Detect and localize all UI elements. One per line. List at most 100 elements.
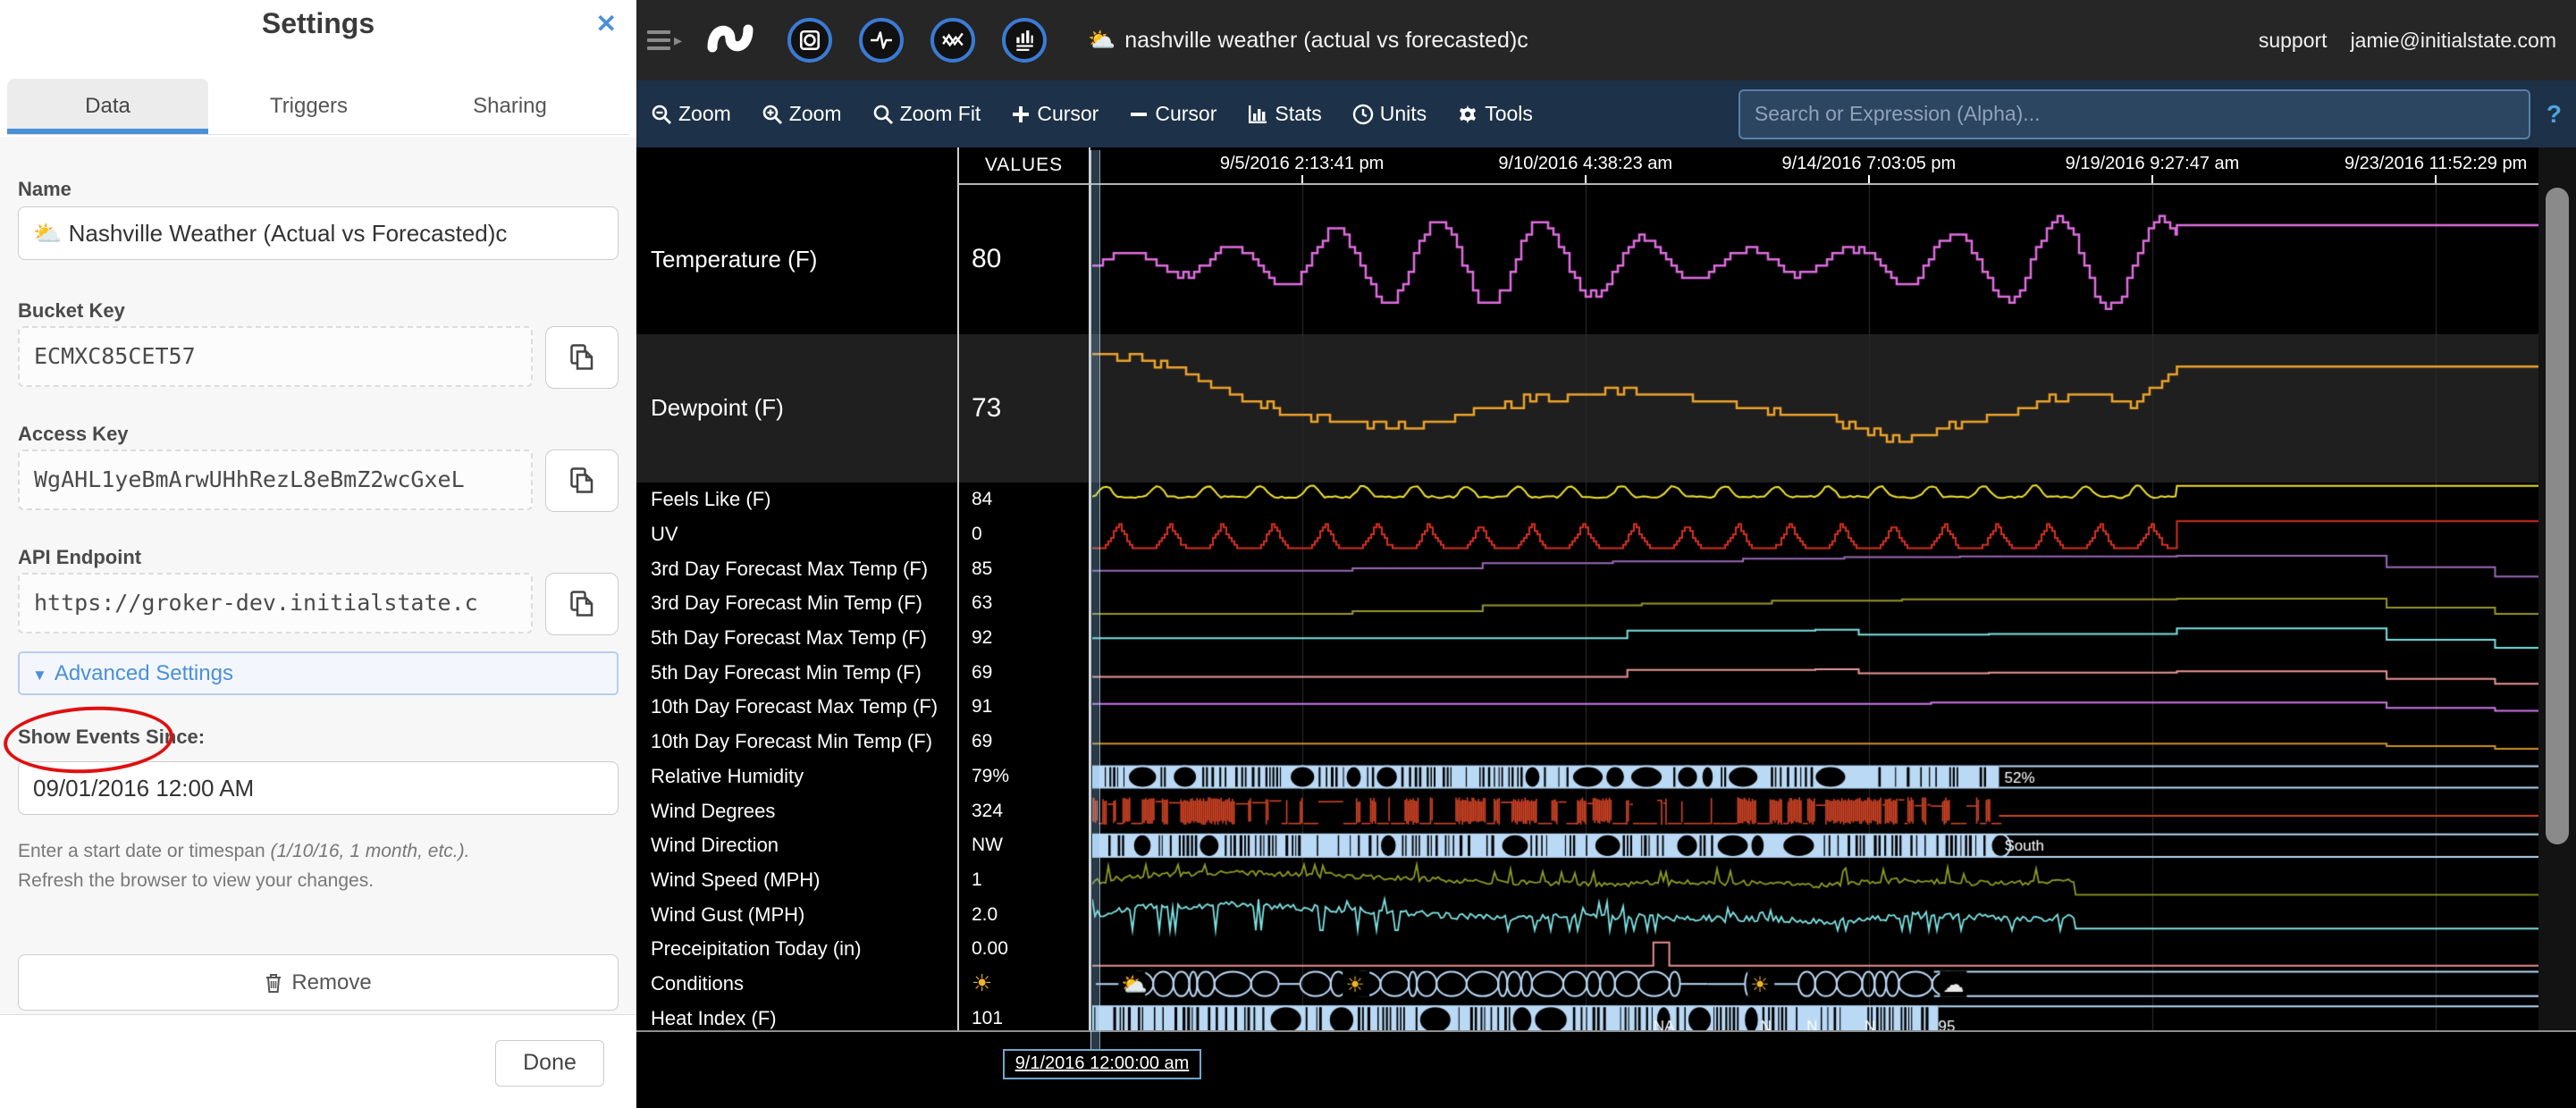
names-column-header: [636, 147, 959, 185]
settings-footer: Done: [0, 1014, 636, 1108]
signal-value: 79%: [959, 760, 1090, 794]
scrollbar-thumb[interactable]: [2546, 188, 2569, 844]
signal-name: Wind Direction: [636, 828, 959, 863]
copy-api-endpoint-button[interactable]: [545, 573, 619, 635]
time-tick-label: 9/10/2016 4:38:23 am: [1498, 154, 1672, 174]
signal-name: 5th Day Forecast Max Temp (F): [636, 621, 959, 656]
stats-button[interactable]: Stats: [1247, 102, 1321, 126]
signal-value: 85: [959, 551, 1090, 586]
name-label: Name: [18, 178, 619, 201]
api-endpoint-value: https://groker-dev.initialstate.c: [18, 573, 533, 634]
search-input[interactable]: [1738, 89, 2530, 139]
access-key-value: WgAHL1yeBmArwUHhRezL8eBmZ2wcGxeL: [18, 449, 533, 510]
units-button[interactable]: Units: [1352, 102, 1427, 126]
zoom-fit-button[interactable]: Zoom Fit: [872, 102, 981, 126]
signal-name: 3rd Day Forecast Max Temp (F): [636, 551, 959, 586]
chart-toolbar: Zoom Zoom Zoom Fit Cursor Cursor Stats U…: [636, 80, 2576, 147]
chart-bottom-border: [636, 1030, 2576, 1032]
signal-name: Temperature (F): [636, 185, 959, 334]
waves-view-icon[interactable]: [859, 18, 904, 63]
stats-view-icon[interactable]: [1002, 18, 1047, 63]
show-events-since-label: Show Events Since:: [18, 726, 205, 748]
trash-icon: [265, 972, 282, 994]
signal-value: 69: [959, 725, 1090, 760]
bar-chart-icon: [1247, 104, 1268, 125]
help-text: Enter a start date or timespan (1/10/16,…: [18, 836, 619, 895]
zoom-fit-icon: [872, 104, 894, 125]
advanced-settings-toggle[interactable]: ▼Advanced Settings: [18, 651, 619, 695]
zoom-out-icon: [651, 104, 672, 125]
settings-header: Settings ✕: [0, 0, 636, 52]
tiles-view-icon[interactable]: [787, 18, 832, 63]
time-tick-label: 9/19/2016 9:27:47 am: [2066, 154, 2240, 174]
signal-name: Dewpoint (F): [636, 334, 959, 483]
menu-icon[interactable]: ▸: [647, 30, 682, 50]
settings-title: Settings: [0, 7, 636, 40]
remove-cursor-button[interactable]: Cursor: [1129, 102, 1216, 126]
copy-bucket-key-button[interactable]: [545, 326, 619, 389]
advanced-settings-label: Advanced Settings: [55, 661, 233, 685]
help-question-icon[interactable]: ?: [2547, 100, 2562, 129]
zoom-out-button[interactable]: Zoom: [651, 102, 731, 126]
signal-name: UV: [636, 517, 959, 552]
signal-name: 10th Day Forecast Min Temp (F): [636, 725, 959, 760]
show-events-since-input[interactable]: [18, 761, 619, 815]
remove-button[interactable]: Remove: [18, 954, 619, 1011]
bucket-name-input[interactable]: [18, 206, 619, 260]
done-button[interactable]: Done: [495, 1040, 604, 1087]
signal-value: 63: [959, 586, 1090, 621]
time-axis[interactable]: 9/5/2016 2:13:41 pm 9/10/2016 4:38:23 am 9…: [1090, 147, 2576, 185]
signal-value: 2.0: [959, 897, 1090, 932]
time-cursor[interactable]: [1090, 150, 1100, 1049]
copy-icon: [570, 467, 593, 494]
user-email[interactable]: jamie@initialstate.com: [2351, 29, 2556, 53]
lines-view-icon[interactable]: [930, 18, 975, 63]
signal-value: NW: [959, 828, 1090, 863]
signal-value: 91: [959, 690, 1090, 725]
signal-name: Feels Like (F): [636, 483, 959, 517]
top-toolbar: ▸ ⛅nashville weather (actual vs forecast…: [636, 0, 2576, 80]
main-app: ▸ ⛅nashville weather (actual vs forecast…: [636, 0, 2576, 1108]
support-link[interactable]: support: [2259, 29, 2328, 53]
access-key-label: Access Key: [18, 423, 619, 446]
chart-header: VALUES 9/5/2016 2:13:41 pm 9/10/2016 4:38…: [636, 147, 2576, 185]
time-tick-mark: [2151, 175, 2153, 183]
bucket-key-label: Bucket Key: [18, 299, 619, 323]
time-tick-label: 9/5/2016 2:13:41 pm: [1220, 154, 1384, 174]
close-icon[interactable]: ✕: [596, 9, 617, 38]
tab-triggers[interactable]: Triggers: [208, 79, 409, 134]
signal-name: 5th Day Forecast Min Temp (F): [636, 655, 959, 690]
zoom-in-button[interactable]: Zoom: [762, 102, 842, 126]
waveform-plot[interactable]: [1092, 147, 2538, 1030]
zoom-in-icon: [762, 104, 783, 125]
cursor-time-label[interactable]: 9/1/2016 12:00:00 am: [1003, 1049, 1201, 1079]
api-endpoint-label: API Endpoint: [18, 546, 619, 569]
initialstate-logo-icon[interactable]: [705, 18, 761, 63]
tab-data[interactable]: Data: [7, 79, 208, 134]
time-tick-label: 9/14/2016 7:03:05 pm: [1782, 154, 1957, 174]
scrollbar-track[interactable]: [2538, 147, 2576, 1030]
tab-sharing[interactable]: Sharing: [409, 79, 610, 134]
copy-icon: [570, 591, 593, 617]
signal-value: 0.00: [959, 932, 1090, 967]
time-tick-mark: [1868, 175, 1870, 183]
values-column-header: VALUES: [959, 147, 1090, 185]
add-cursor-button[interactable]: Cursor: [1011, 102, 1099, 126]
minus-icon: [1129, 105, 1149, 124]
settings-content: Name Bucket Key ECMXC85CET57 Access Key …: [0, 137, 636, 1015]
copy-access-key-button[interactable]: [545, 449, 619, 512]
signal-value: 69: [959, 655, 1090, 690]
signal-name: 10th Day Forecast Max Temp (F): [636, 690, 959, 725]
signal-name: Conditions: [636, 967, 959, 1002]
signal-value: 73: [959, 334, 1090, 483]
signal-name: Heat Index (F): [636, 1001, 959, 1030]
tools-button[interactable]: Tools: [1457, 102, 1533, 126]
signal-value: 84: [959, 483, 1090, 517]
signal-name: Relative Humidity: [636, 760, 959, 794]
time-tick-label: 9/23/2016 11:52:29 pm: [2344, 154, 2527, 174]
signal-name: Wind Gust (MPH): [636, 897, 959, 932]
bucket-key-value: ECMXC85CET57: [18, 326, 533, 387]
signal-value: 324: [959, 793, 1090, 828]
time-tick-mark: [1301, 175, 1303, 183]
signal-name: Wind Degrees: [636, 793, 959, 828]
